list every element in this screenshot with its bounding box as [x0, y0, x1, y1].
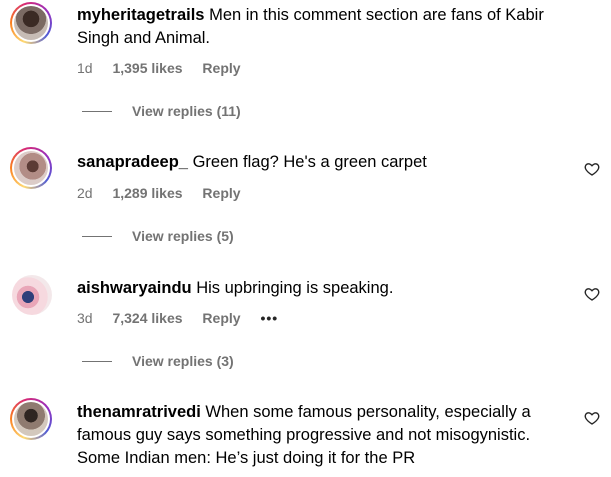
comment-text: thenamratrivedi When some famous persona… [77, 401, 531, 423]
comment-body: Men in this comment section are fans of … [209, 6, 544, 24]
reply-button[interactable]: Reply [202, 310, 240, 326]
likes-count[interactable]: 7,324 likes [112, 310, 182, 326]
comment-body-continued: Singh and Animal. [77, 29, 211, 47]
view-replies-label: View replies (5) [132, 228, 234, 244]
avatar[interactable] [10, 147, 52, 189]
username[interactable]: sanapradeep_ [77, 153, 188, 171]
comment-body: His upbringing is speaking. [196, 279, 394, 297]
comment-body-continued: Some Indian men: He’s just doing it for … [77, 449, 416, 467]
replies-divider [82, 110, 112, 112]
avatar[interactable] [10, 398, 52, 440]
comment-body-continued: famous guy says something progressive an… [77, 426, 531, 444]
view-replies-button[interactable]: View replies (3) [82, 353, 234, 369]
username[interactable]: myheritagetrails [77, 6, 204, 24]
comment-text: sanapradeep_ Green flag? He's a green ca… [77, 151, 427, 173]
comment-meta: 3d 7,324 likes Reply ••• [77, 310, 294, 326]
comment-meta: 2d 1,289 likes Reply [77, 185, 257, 201]
view-replies-button[interactable]: View replies (11) [82, 103, 241, 119]
replies-divider [82, 235, 112, 237]
reply-button[interactable]: Reply [202, 60, 240, 76]
comment-body: When some famous personality, especially… [205, 403, 531, 421]
heart-outline-icon[interactable] [584, 410, 600, 426]
avatar[interactable] [12, 275, 52, 315]
reply-button[interactable]: Reply [202, 185, 240, 201]
comment-text: myheritagetrails Men in this comment sec… [77, 4, 544, 26]
replies-divider [82, 360, 112, 362]
username[interactable]: aishwaryaindu [77, 279, 192, 297]
likes-count[interactable]: 1,289 likes [112, 185, 182, 201]
likes-count[interactable]: 1,395 likes [112, 60, 182, 76]
username[interactable]: thenamratrivedi [77, 403, 201, 421]
more-options-icon[interactable]: ••• [260, 310, 278, 326]
heart-outline-icon[interactable] [584, 161, 600, 177]
comment-body: Green flag? He's a green carpet [192, 153, 427, 171]
comment-age: 1d [77, 60, 93, 76]
view-replies-label: View replies (11) [132, 103, 241, 119]
comment-age: 3d [77, 310, 93, 326]
heart-outline-icon[interactable] [584, 286, 600, 302]
comment-age: 2d [77, 185, 93, 201]
view-replies-button[interactable]: View replies (5) [82, 228, 234, 244]
view-replies-label: View replies (3) [132, 353, 234, 369]
comment-text: aishwaryaindu His upbringing is speaking… [77, 277, 393, 299]
comment-meta: 1d 1,395 likes Reply [77, 60, 257, 76]
avatar[interactable] [10, 2, 52, 44]
